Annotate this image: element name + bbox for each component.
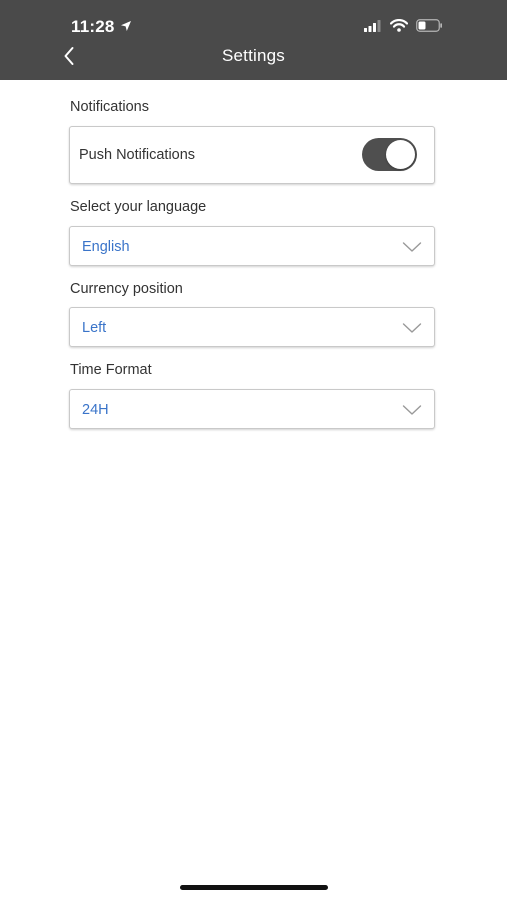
language-select[interactable]: English bbox=[69, 226, 435, 266]
status-time: 11:28 bbox=[71, 17, 132, 37]
battery-icon bbox=[416, 19, 443, 37]
language-value: English bbox=[82, 239, 130, 255]
push-notifications-toggle[interactable] bbox=[362, 138, 417, 171]
currency-position-select[interactable]: Left bbox=[69, 307, 435, 347]
currency-position-label: Currency position bbox=[70, 281, 183, 297]
toggle-knob bbox=[386, 140, 415, 169]
language-label: Select your language bbox=[70, 199, 207, 215]
chevron-down-icon bbox=[402, 240, 422, 252]
time-format-label: Time Format bbox=[70, 362, 152, 378]
time-format-select[interactable]: 24H bbox=[69, 389, 435, 429]
home-indicator[interactable] bbox=[180, 885, 328, 890]
wifi-icon bbox=[389, 19, 409, 37]
top-bar: 11:28 Settings bbox=[0, 0, 507, 80]
page-title: Settings bbox=[221, 46, 286, 65]
time-format-value: 24H bbox=[82, 402, 109, 418]
status-indicators bbox=[364, 19, 443, 37]
status-time-text: 11:28 bbox=[71, 17, 115, 36]
location-arrow-icon bbox=[120, 17, 132, 37]
push-notifications-label: Push Notifications bbox=[79, 147, 196, 163]
push-notifications-card: Push Notifications bbox=[69, 126, 435, 184]
cellular-signal-icon bbox=[364, 19, 382, 37]
notifications-section-label: Notifications bbox=[70, 99, 149, 115]
chevron-down-icon bbox=[402, 321, 422, 333]
chevron-down-icon bbox=[402, 403, 422, 415]
currency-position-value: Left bbox=[82, 320, 107, 336]
